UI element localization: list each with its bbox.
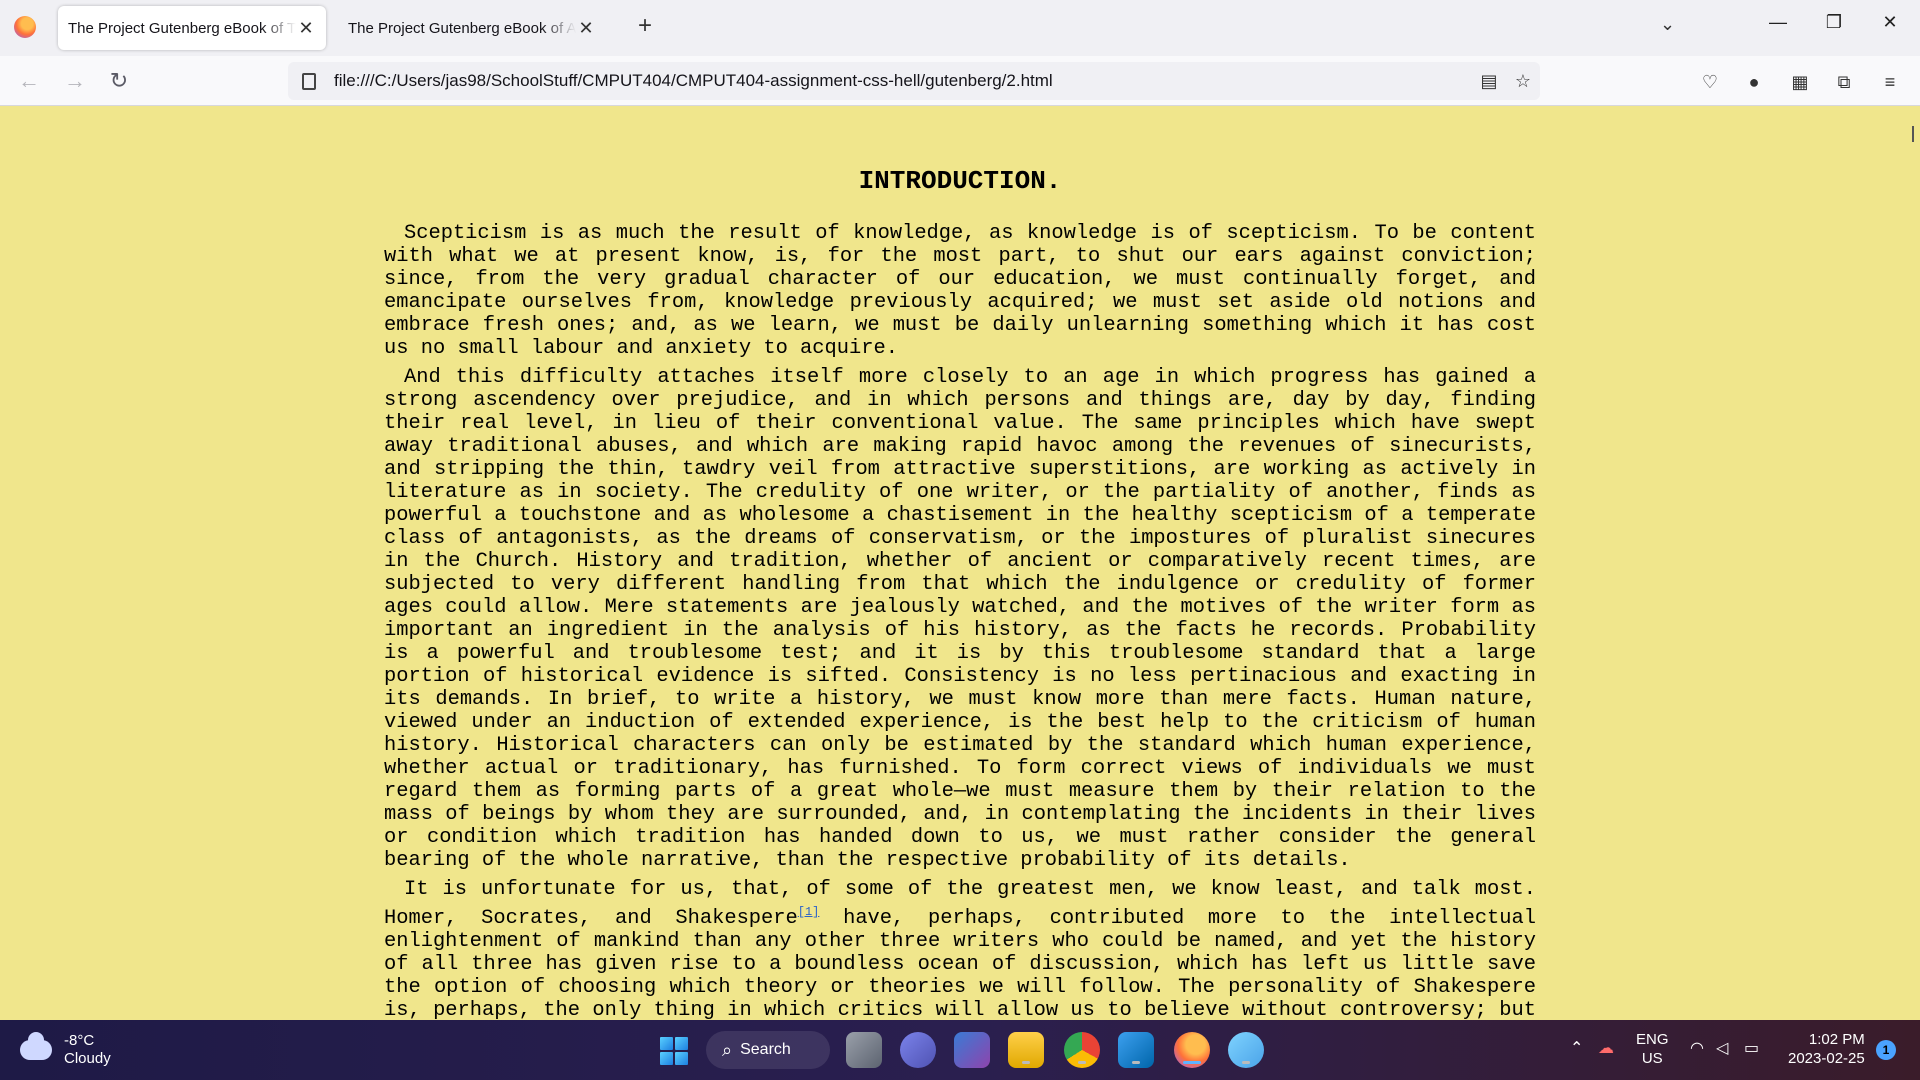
cloud-icon bbox=[20, 1032, 52, 1060]
weather-widget[interactable]: -8°C Cloudy bbox=[20, 1032, 111, 1068]
grid-extension-icon[interactable]: ▦ bbox=[1786, 68, 1814, 96]
tab-gutenberg-2[interactable]: The Project Gutenberg eBook of An ✕ bbox=[338, 6, 606, 50]
url-bar[interactable]: file:///C:/Users/jas98/SchoolStuff/CMPUT… bbox=[288, 62, 1540, 100]
scrollbar[interactable] bbox=[1912, 126, 1914, 142]
new-tab-button[interactable]: + bbox=[630, 12, 660, 40]
star-icon[interactable]: ☆ bbox=[1506, 71, 1540, 92]
paint-icon[interactable] bbox=[1228, 1032, 1264, 1068]
paragraph-1: Scepticism is as much the result of know… bbox=[384, 222, 1536, 360]
pocket-icon[interactable]: ♡ bbox=[1696, 68, 1724, 96]
chevron-down-icon[interactable]: ⌄ bbox=[1660, 14, 1675, 35]
language-indicator[interactable]: ENG US bbox=[1636, 1030, 1669, 1068]
video-editor-icon[interactable] bbox=[954, 1032, 990, 1068]
navigation-bar: ← → ↻ file:///C:/Users/jas98/SchoolStuff… bbox=[0, 56, 1920, 106]
tab-strip: The Project Gutenberg eBook of The ✕ The… bbox=[0, 0, 1920, 56]
clock-time: 1:02 PM bbox=[1808, 1031, 1865, 1048]
notification-badge[interactable]: 1 bbox=[1876, 1040, 1896, 1060]
firefox-taskbar-icon[interactable] bbox=[1174, 1032, 1210, 1068]
paragraph-3: It is unfortunate for us, that, of some … bbox=[384, 878, 1536, 1020]
search-icon: ⌕ bbox=[722, 1039, 733, 1060]
tab-label: The Project Gutenberg eBook of An bbox=[348, 19, 576, 37]
paragraph-2: And this difficulty attaches itself more… bbox=[384, 366, 1536, 872]
page-content: INTRODUCTION. Scepticism is as much the … bbox=[0, 106, 1920, 1020]
region-code: US bbox=[1641, 1050, 1663, 1067]
task-view-icon[interactable] bbox=[846, 1032, 882, 1068]
onedrive-icon[interactable]: ☁ bbox=[1598, 1038, 1614, 1058]
taskbar-search-button[interactable]: ⌕ Search bbox=[706, 1031, 830, 1069]
close-window-button[interactable]: ✕ bbox=[1870, 12, 1910, 33]
language-code: ENG bbox=[1636, 1031, 1669, 1048]
search-label: Search bbox=[740, 1041, 791, 1058]
tab-gutenberg-1[interactable]: The Project Gutenberg eBook of The ✕ bbox=[58, 6, 326, 50]
close-icon[interactable]: ✕ bbox=[296, 18, 316, 39]
extension-avatar-icon[interactable]: ● bbox=[1740, 68, 1768, 96]
reader-view-icon[interactable]: ▤ bbox=[1472, 71, 1506, 92]
vscode-icon[interactable] bbox=[1118, 1032, 1154, 1068]
forward-arrow-icon[interactable]: → bbox=[60, 66, 90, 96]
menu-icon[interactable]: ≡ bbox=[1876, 68, 1904, 96]
chevron-up-icon[interactable]: ⌃ bbox=[1570, 1038, 1583, 1058]
back-arrow-icon[interactable]: ← bbox=[14, 66, 44, 96]
weather-condition: Cloudy bbox=[64, 1050, 111, 1067]
reload-icon[interactable]: ↻ bbox=[104, 66, 134, 96]
page-title: INTRODUCTION. bbox=[858, 166, 1062, 196]
clock[interactable]: 1:02 PM 2023-02-25 bbox=[1788, 1030, 1865, 1068]
battery-icon[interactable]: ▭ bbox=[1744, 1038, 1759, 1058]
clock-date: 2023-02-25 bbox=[1788, 1050, 1865, 1067]
file-explorer-icon[interactable] bbox=[1008, 1032, 1044, 1068]
restore-button[interactable]: ❐ bbox=[1814, 12, 1854, 33]
tab-label: The Project Gutenberg eBook of The bbox=[68, 19, 296, 37]
chrome-icon[interactable] bbox=[1064, 1032, 1100, 1068]
minimize-button[interactable]: — bbox=[1758, 12, 1798, 33]
firefox-icon[interactable] bbox=[14, 16, 36, 38]
windows-start-icon[interactable] bbox=[660, 1037, 688, 1065]
footnote-link[interactable]: [1] bbox=[798, 905, 820, 919]
wifi-icon[interactable]: ◠ bbox=[1690, 1038, 1704, 1058]
close-icon[interactable]: ✕ bbox=[576, 18, 596, 39]
article: INTRODUCTION. Scepticism is as much the … bbox=[384, 166, 1536, 1020]
weather-temp: -8°C bbox=[64, 1032, 95, 1049]
url-text[interactable]: file:///C:/Users/jas98/SchoolStuff/CMPUT… bbox=[334, 71, 1472, 91]
puzzle-icon[interactable]: ⧉ bbox=[1830, 68, 1858, 96]
taskbar: -8°C Cloudy ⌕ Search ⌃ ☁ ENG US ◠ ◁ ▭ 1:… bbox=[0, 1020, 1920, 1080]
volume-icon[interactable]: ◁ bbox=[1716, 1038, 1728, 1058]
page-icon bbox=[302, 72, 316, 90]
teams-chat-icon[interactable] bbox=[900, 1032, 936, 1068]
